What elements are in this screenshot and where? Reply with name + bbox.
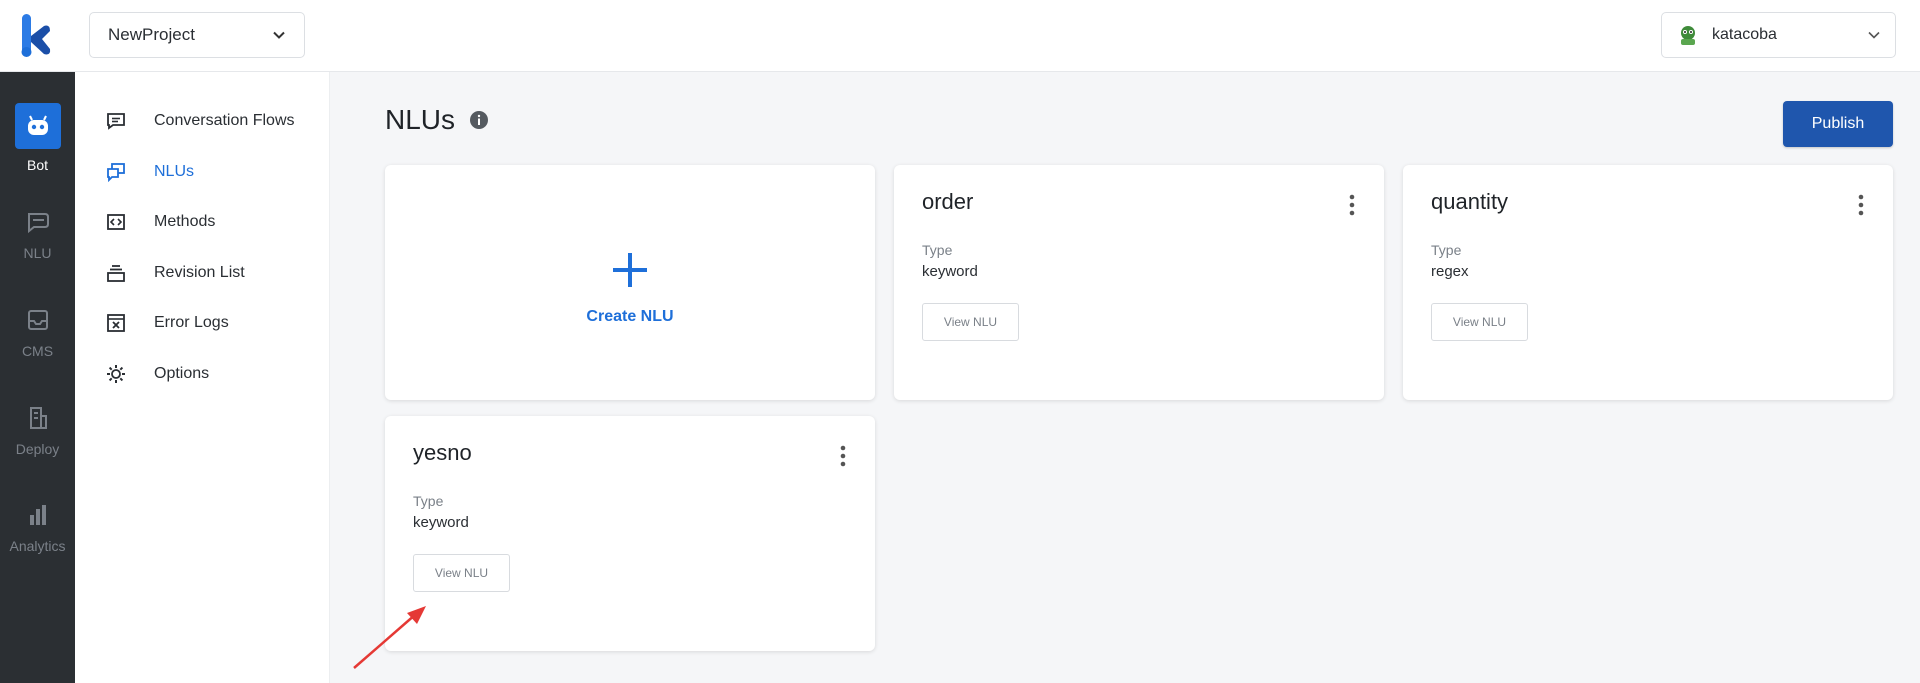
nlu-card: yesno Type keyword View NLU — [385, 416, 875, 651]
plus-icon — [613, 252, 647, 287]
view-nlu-button[interactable]: View NLU — [1431, 303, 1528, 341]
type-value: keyword — [922, 263, 978, 280]
rail-item-label: Bot — [26, 157, 48, 173]
page-title-text: NLUs — [385, 104, 456, 135]
chevron-down-icon — [273, 31, 285, 39]
rail-item-label: CMS — [21, 343, 54, 359]
type-label: Type — [1431, 242, 1462, 258]
avatar — [1681, 26, 1695, 45]
rail-item-bot[interactable]: Bot — [0, 103, 75, 173]
sidebar-item-label: Error Logs — [154, 314, 229, 331]
more-vert-icon[interactable] — [833, 444, 853, 468]
view-nlu-button[interactable]: View NLU — [413, 554, 510, 592]
nlu-name: order — [922, 189, 974, 214]
type-value: keyword — [413, 514, 469, 531]
sidebar-item-label: Methods — [154, 213, 216, 230]
nlu-name: quantity — [1431, 189, 1509, 214]
sidebar-item-options[interactable]: Options — [105, 359, 209, 389]
more-vert-icon[interactable] — [1342, 193, 1362, 217]
annotation-arrow-icon — [353, 606, 426, 669]
bot-icon — [14, 103, 61, 149]
create-nlu-card[interactable]: Create NLU — [385, 165, 875, 400]
user-menu[interactable]: katacoba — [1661, 12, 1896, 58]
sidebar-item-label: Options — [154, 365, 210, 382]
sidebar-item-methods[interactable]: Methods — [105, 207, 215, 237]
layers-icon — [105, 262, 127, 284]
page-title: NLUs — [385, 104, 489, 136]
rail-item-label: NLU — [23, 245, 52, 261]
info-icon[interactable] — [469, 110, 489, 130]
project-select-value: NewProject — [108, 25, 195, 44]
rail-item-label: Analytics — [9, 538, 66, 554]
type-label: Type — [922, 242, 953, 258]
gear-icon — [105, 363, 127, 385]
primary-nav-rail: Bot NLU CMS Deploy Analytics — [0, 72, 75, 683]
sidebar-item-nlus[interactable]: NLUs — [105, 157, 194, 187]
publish-button[interactable]: Publish — [1783, 101, 1893, 147]
message-icon — [105, 110, 127, 132]
sidebar-item-label: Conversation Flows — [154, 112, 295, 129]
rail-item-cms[interactable]: CMS — [0, 305, 75, 359]
code-icon — [105, 211, 127, 233]
kata-logo-icon[interactable] — [20, 14, 54, 58]
secondary-sidebar: Conversation Flows NLUs Methods Revision… — [75, 72, 330, 683]
more-vert-icon[interactable] — [1851, 193, 1871, 217]
type-value: regex — [1431, 263, 1469, 280]
sidebar-item-revision-list[interactable]: Revision List — [105, 258, 245, 288]
error-window-icon — [105, 312, 127, 334]
nlu-card: order Type keyword View NLU — [894, 165, 1384, 400]
rail-item-deploy[interactable]: Deploy — [0, 403, 75, 457]
user-name: katacoba — [1712, 26, 1777, 43]
sidebar-item-conversation-flows[interactable]: Conversation Flows — [105, 106, 295, 136]
chat-stack-icon — [105, 161, 127, 183]
sidebar-item-label: NLUs — [154, 163, 195, 180]
sidebar-item-error-logs[interactable]: Error Logs — [105, 308, 229, 338]
create-nlu-label: Create NLU — [586, 307, 674, 325]
rail-item-label: Deploy — [15, 441, 60, 457]
type-label: Type — [413, 493, 444, 509]
nlu-name: yesno — [413, 440, 472, 465]
project-select[interactable]: NewProject — [89, 12, 305, 58]
nlu-card: quantity Type regex View NLU — [1403, 165, 1893, 400]
chat-bubble-icon — [23, 207, 53, 237]
bar-chart-icon — [23, 500, 53, 530]
chevron-down-icon — [1868, 31, 1880, 39]
building-icon — [23, 403, 53, 433]
rail-item-analytics[interactable]: Analytics — [0, 500, 75, 554]
top-bar: NewProject katacoba — [0, 0, 1920, 72]
view-nlu-button[interactable]: View NLU — [922, 303, 1019, 341]
rail-item-nlu[interactable]: NLU — [0, 207, 75, 261]
inbox-icon — [23, 305, 53, 335]
sidebar-item-label: Revision List — [154, 264, 245, 281]
